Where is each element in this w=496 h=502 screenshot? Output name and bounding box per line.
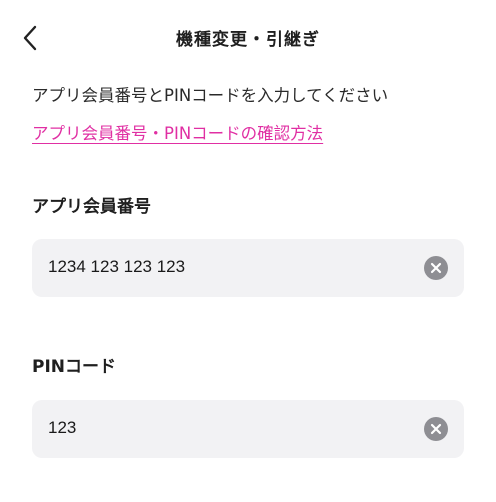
member-number-field[interactable]: 1234 123 123 123 bbox=[32, 239, 464, 297]
help-link[interactable]: アプリ会員番号・PINコードの確認方法 bbox=[32, 120, 323, 144]
instruction-text: アプリ会員番号とPINコードを入力してください bbox=[32, 86, 389, 105]
member-number-clear-button[interactable] bbox=[424, 256, 448, 280]
pin-label: PINコード bbox=[32, 357, 117, 377]
pin-field[interactable]: 123 bbox=[32, 400, 464, 458]
clear-circle-icon bbox=[430, 423, 442, 435]
pin-clear-button[interactable] bbox=[424, 417, 448, 441]
page-title: 機種変更・引継ぎ bbox=[176, 30, 320, 50]
clear-circle-icon bbox=[430, 262, 442, 274]
member-number-label: アプリ会員番号 bbox=[32, 197, 151, 217]
screen: 機種変更・引継ぎ アプリ会員番号とPINコードを入力してください アプリ会員番号… bbox=[0, 0, 496, 502]
member-number-value: 1234 123 123 123 bbox=[48, 257, 186, 276]
pin-value: 123 bbox=[48, 418, 77, 437]
nav-bar: 機種変更・引継ぎ bbox=[0, 14, 496, 60]
